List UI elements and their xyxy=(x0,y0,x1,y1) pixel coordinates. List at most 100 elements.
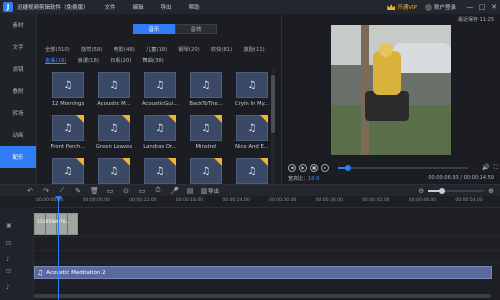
library-scrollbar-thumb[interactable] xyxy=(271,75,275,133)
category-filter[interactable]: 全部(310) xyxy=(45,45,70,53)
sidebar-item-material[interactable]: 素材 xyxy=(0,14,36,36)
volume-icon[interactable]: 🔊 xyxy=(482,164,489,172)
music-thumbnail[interactable]: ♫ xyxy=(190,72,222,98)
music-thumbnail[interactable]: ♫ xyxy=(144,72,176,98)
edit-icon[interactable]: ✎ xyxy=(74,187,82,195)
duration-icon[interactable]: ⏱ xyxy=(154,186,162,195)
mosaic-icon[interactable]: ▭ xyxy=(138,187,146,195)
aspect-ratio[interactable]: 宽高比：16:9 xyxy=(288,175,319,182)
close-button[interactable]: ✕ xyxy=(488,3,500,11)
music-item[interactable]: ♫ Nice And E... xyxy=(229,115,275,154)
category-filter[interactable]: 钢琴(20) xyxy=(178,45,199,53)
timeline-scrollbar-thumb[interactable] xyxy=(34,294,490,298)
menu-help[interactable]: 帮助 xyxy=(189,3,200,11)
redo-icon[interactable]: ↷ xyxy=(42,187,50,195)
category-filter[interactable]: 电影(48) xyxy=(113,45,134,53)
progress-knob[interactable] xyxy=(345,165,352,171)
speed-icon[interactable]: ⊙ xyxy=(122,187,130,195)
zoom-slider[interactable] xyxy=(428,187,485,194)
library-scrollbar[interactable] xyxy=(271,69,275,184)
music-item-label: BackToThe... xyxy=(189,101,223,107)
video-preview[interactable] xyxy=(331,25,451,155)
export-button[interactable]: ▥ 导出 xyxy=(200,187,219,195)
playhead[interactable] xyxy=(58,196,59,300)
category-filter[interactable]: 日系(20) xyxy=(110,56,131,64)
login-button[interactable]: 账户登录 xyxy=(424,3,456,11)
menu-edit[interactable]: 编辑 xyxy=(133,3,144,11)
music-item[interactable]: ♫ Landras Dr... xyxy=(137,115,183,154)
maximize-button[interactable]: □ xyxy=(476,3,488,11)
library-tabs: 音乐 音效 xyxy=(133,24,217,34)
voice-track-icon[interactable]: ♪ xyxy=(6,256,10,263)
music-item[interactable]: ♫ 12 Mornings xyxy=(45,72,91,111)
video-clip[interactable]: 1539598078... xyxy=(34,213,78,235)
tab-music[interactable]: 音乐 xyxy=(133,24,175,34)
audio-clip[interactable]: ♫ Acoustic Meditation 2 xyxy=(34,266,492,279)
timeline-scrollbar[interactable] xyxy=(34,294,492,298)
video-track-icon[interactable]: ▣ xyxy=(6,222,12,229)
music-thumbnail[interactable]: ♫ xyxy=(236,115,268,141)
zoom-knob[interactable] xyxy=(439,187,446,194)
music-note-icon: ♫ xyxy=(109,79,119,91)
category-filter[interactable]: 金曲(18) xyxy=(45,56,66,64)
music-thumbnail[interactable]: ♫ xyxy=(52,72,84,98)
music-thumbnail[interactable]: ♫ xyxy=(98,158,130,184)
edit-toolbar: ↶ ↷ ⟋ ✎ 🗑 ▭ ⊙ ▭ ⏱ 🎤 ▤ ▥ 导出 ⊖ ⊕ xyxy=(0,184,500,196)
prev-frame-icon[interactable]: ◀ xyxy=(288,164,296,172)
music-item-label: Green Leaves xyxy=(95,144,133,150)
category-filter[interactable]: 激励(11) xyxy=(243,45,264,53)
music-item[interactable]: ♫ AcousticGui... xyxy=(137,72,183,111)
crop-icon[interactable]: ▭ xyxy=(106,187,114,195)
play-icon[interactable]: ▶ xyxy=(299,164,307,172)
playback-progress[interactable] xyxy=(338,165,468,171)
category-filter[interactable]: 悠然(58) xyxy=(81,45,102,53)
split-icon[interactable]: ⟋ xyxy=(58,186,66,195)
fullscreen-icon[interactable]: ⛶ xyxy=(494,164,498,172)
music-thumbnail[interactable]: ♫ xyxy=(236,158,268,184)
category-filter[interactable]: 欢快(81) xyxy=(211,45,232,53)
music-thumbnail[interactable]: ♫ xyxy=(98,115,130,141)
tab-sound-effects[interactable]: 音效 xyxy=(175,24,217,34)
stop-icon[interactable]: ■ xyxy=(310,164,318,172)
music-thumbnail[interactable]: ♫ xyxy=(52,158,84,184)
music-item[interactable]: ♫ BackToThe... xyxy=(183,72,229,111)
sidebar-item-transition[interactable]: 转场 xyxy=(0,102,36,124)
menu-export[interactable]: 导出 xyxy=(161,3,172,11)
music-thumbnail[interactable]: ♫ xyxy=(236,72,268,98)
music-item[interactable]: ♫ Acoustic M... xyxy=(91,72,137,111)
minimize-button[interactable]: — xyxy=(464,3,476,11)
music-item[interactable]: ♫ Front Porch... xyxy=(45,115,91,154)
music-item[interactable]: ♫ Green Leaves xyxy=(91,115,137,154)
next-frame-icon[interactable]: ▸ xyxy=(321,164,329,172)
category-filter[interactable]: 儿童(18) xyxy=(146,45,167,53)
undo-icon[interactable]: ↶ xyxy=(26,187,34,195)
record-icon[interactable]: 🎤 xyxy=(170,187,179,195)
vip-button[interactable]: 开通VIP xyxy=(387,3,417,11)
category-filter[interactable]: 舞曲(38) xyxy=(142,56,163,64)
category-filter[interactable]: 浪漫(18) xyxy=(77,56,98,64)
sidebar-item-music[interactable]: 配乐 xyxy=(0,146,36,168)
music-thumbnail[interactable]: ♫ xyxy=(98,72,130,98)
subtitle-icon[interactable]: ▤ xyxy=(186,187,194,195)
music-item[interactable]: ♫ Cryin In My... xyxy=(229,72,275,111)
time-ruler[interactable]: 00:00:00.00 00:00:06.00 00:00:12.00 00:00:1… xyxy=(34,196,500,208)
music-note-icon: ♫ xyxy=(155,79,165,91)
zoom-in-icon[interactable]: ⊕ xyxy=(488,187,494,195)
sidebar-item-animation[interactable]: 动画 xyxy=(0,124,36,146)
zoom-out-icon[interactable]: ⊖ xyxy=(418,187,424,195)
music-thumbnail[interactable]: ♫ xyxy=(190,115,222,141)
sidebar-item-text[interactable]: 文字 xyxy=(0,36,36,58)
music-thumbnail[interactable]: ♫ xyxy=(144,115,176,141)
menu-file[interactable]: 文件 xyxy=(105,3,116,11)
sidebar-item-filter[interactable]: 滤镜 xyxy=(0,58,36,80)
sidebar-item-overlay[interactable]: 叠附 xyxy=(0,80,36,102)
music-item[interactable]: ♫ Minstrel xyxy=(183,115,229,154)
aspect-ratio-value[interactable]: 16:9 xyxy=(308,176,319,182)
music-thumbnail[interactable]: ♫ xyxy=(52,115,84,141)
text-track-icon[interactable]: ⊡ xyxy=(6,268,11,275)
overlay-track-icon[interactable]: ⊡ xyxy=(6,240,11,247)
music-track-icon[interactable]: ♪ xyxy=(6,284,10,291)
music-thumbnail[interactable]: ♫ xyxy=(190,158,222,184)
delete-icon[interactable]: 🗑 xyxy=(90,187,99,195)
music-thumbnail[interactable]: ♫ xyxy=(144,158,176,184)
